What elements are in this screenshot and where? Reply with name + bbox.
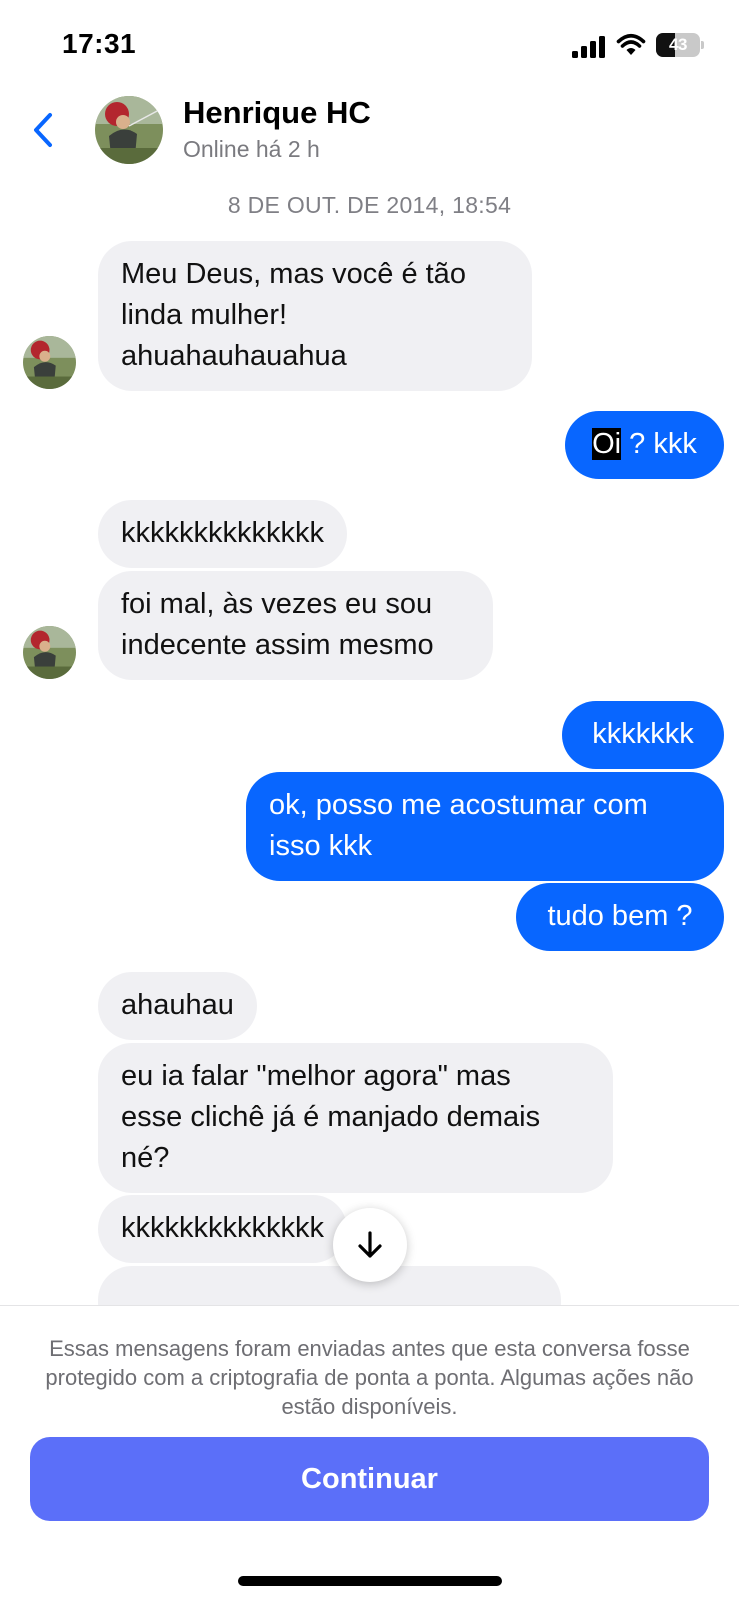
message-bubble-incoming[interactable]: eu ia falar "melhor agora" mas esse clic… (98, 1043, 613, 1193)
chat-header: Henrique HC Online há 2 h (0, 88, 739, 178)
wifi-icon (616, 33, 646, 55)
message-bubble-outgoing[interactable]: Oi ? kkk (565, 411, 724, 479)
chevron-left-icon[interactable] (28, 110, 60, 150)
status-bar: 17:31 43 (0, 0, 739, 90)
message-bubble-incoming[interactable]: kkkkkkkkkkkkkk (98, 500, 347, 568)
message-bubble-outgoing[interactable]: kkkkkkk (562, 701, 724, 769)
signal-icon (572, 36, 605, 58)
scroll-to-bottom-button[interactable] (333, 1208, 407, 1282)
contact-avatar[interactable] (95, 96, 163, 164)
message-bubble-incoming[interactable]: kkkkkkkkkkkkkk (98, 1195, 347, 1263)
message-bubble-outgoing[interactable]: tudo bem ? (516, 883, 724, 951)
message-bubble-incoming[interactable]: Meu Deus, mas você é tão linda mulher! a… (98, 241, 532, 391)
message-bubble-incoming[interactable]: ahauhau (98, 972, 257, 1040)
encryption-notice: Essas mensagens foram enviadas antes que… (45, 1336, 694, 1419)
sender-avatar[interactable] (23, 336, 76, 389)
message-list[interactable]: 8 DE OUT. DE 2014, 18:54 Meu Deus, mas v… (0, 178, 739, 1305)
date-separator: 8 DE OUT. DE 2014, 18:54 (227, 192, 512, 218)
continue-button[interactable]: Continuar (30, 1437, 709, 1521)
highlighted-text: Oi (592, 428, 622, 460)
arrow-down-icon (358, 1231, 382, 1258)
message-bubble-outgoing[interactable]: ok, posso me acostumar com isso kkk (246, 772, 724, 881)
sender-avatar[interactable] (23, 626, 76, 679)
message-bubble-incoming-partial[interactable] (98, 1266, 561, 1305)
contact-name[interactable]: Henrique HC (183, 95, 371, 131)
battery-icon: 43 (656, 33, 704, 57)
message-bubble-incoming[interactable]: foi mal, às vezes eu sou indecente assim… (98, 571, 493, 680)
battery-level: 43 (669, 35, 687, 54)
encryption-footer: Essas mensagens foram enviadas antes que… (0, 1305, 739, 1600)
status-time: 17:31 (62, 28, 137, 59)
home-indicator[interactable] (238, 1576, 502, 1586)
contact-status: Online há 2 h (183, 136, 320, 162)
